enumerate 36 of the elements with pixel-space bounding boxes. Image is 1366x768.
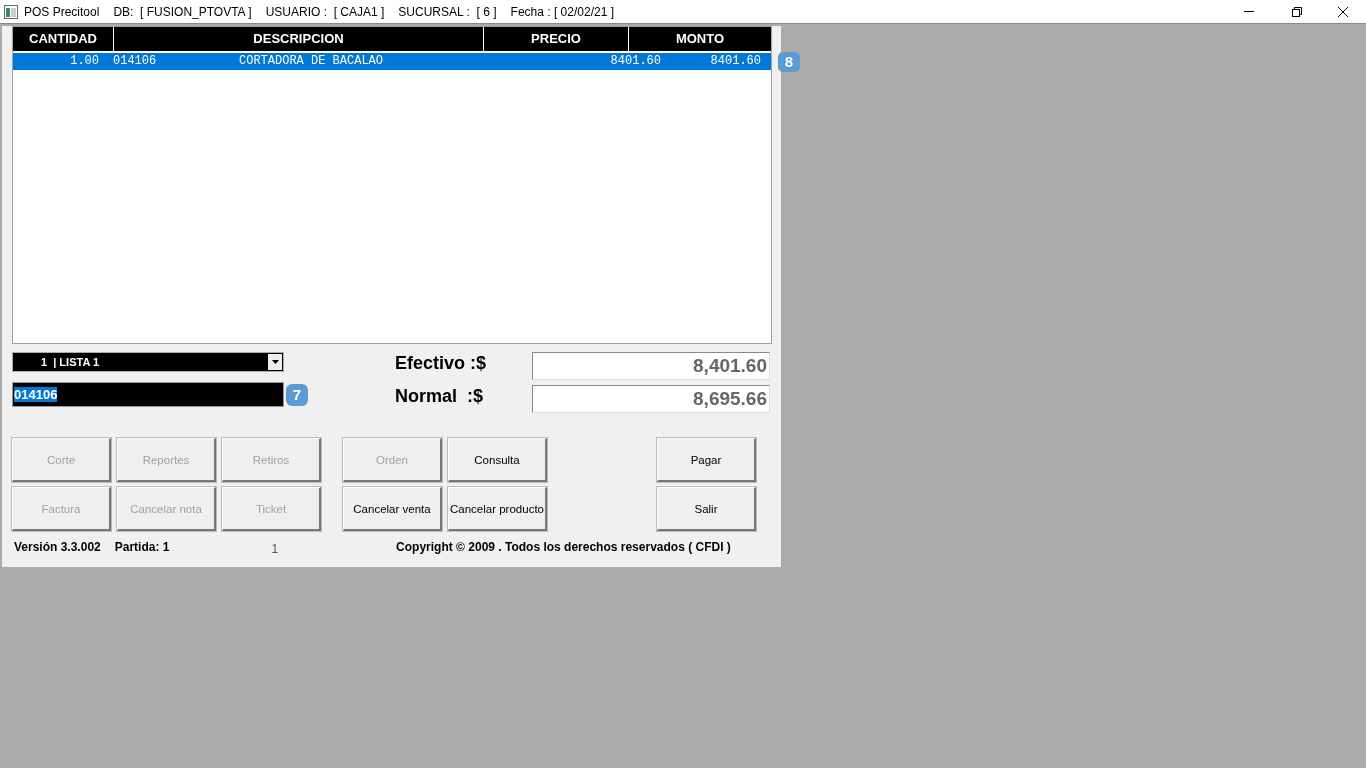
marker-badge: 7 [286, 384, 308, 406]
column-header: MONTO [628, 27, 771, 51]
action-button[interactable]: Consulta [448, 438, 547, 482]
table-cell-text: 014106 [113, 53, 158, 70]
column-header: DESCRIPCION [113, 27, 483, 51]
title-info: SUCURSAL : [ 6 ] [398, 4, 497, 19]
title-info: DB: [ FUSION_PTOVTA ] [113, 4, 252, 19]
window-title: POS Precitool [24, 4, 100, 19]
code-input-field[interactable]: 014106 [12, 382, 284, 407]
column-header: PRECIO [483, 27, 628, 51]
total-value-field: 8,695.66 [532, 385, 770, 413]
table-cell-text: 8401.60 [709, 53, 761, 70]
action-button[interactable]: Pagar [657, 438, 756, 482]
copyright-text: Copyright © 2009 . Todos los derechos reservados ( CFDI ) [396, 540, 731, 554]
version-text: Versión 3.3.002 [14, 540, 101, 554]
marker-badge: 8 [778, 52, 800, 72]
restore-icon[interactable] [1292, 6, 1302, 17]
table-cell-text: CORTADORA DE BACALAO [239, 53, 385, 70]
total-value-field: 8,401.60 [532, 352, 770, 380]
total-label: Efectivo :$ [395, 353, 488, 374]
item-count: 1 [271, 542, 279, 556]
action-button[interactable]: Cancelar producto [448, 487, 547, 531]
action-button[interactable]: Cancelar venta [343, 487, 442, 531]
title-info: Fecha : [ 02/02/21 ] [510, 4, 614, 19]
close-icon[interactable] [1338, 6, 1348, 17]
title-info: USUARIO : [ CAJA1 ] [265, 4, 385, 19]
action-button[interactable]: Salir [657, 487, 756, 531]
table-row[interactable]: 1.00 014106 CORTADORA DE BACALAO 8401.60 8401.60 [13, 53, 771, 70]
table-cell-text: 1.00 [69, 53, 99, 70]
dropdown-arrow-icon [271, 360, 279, 364]
partida-text: Partida: 1 [114, 540, 170, 554]
app-icon [4, 4, 18, 19]
column-header: CANTIDAD [28, 30, 98, 48]
total-label: Normal :$ [395, 386, 485, 407]
price-list-dropdown[interactable]: 1 | LISTA 1 [12, 352, 284, 372]
table-cell-text: 8401.60 [609, 53, 661, 70]
